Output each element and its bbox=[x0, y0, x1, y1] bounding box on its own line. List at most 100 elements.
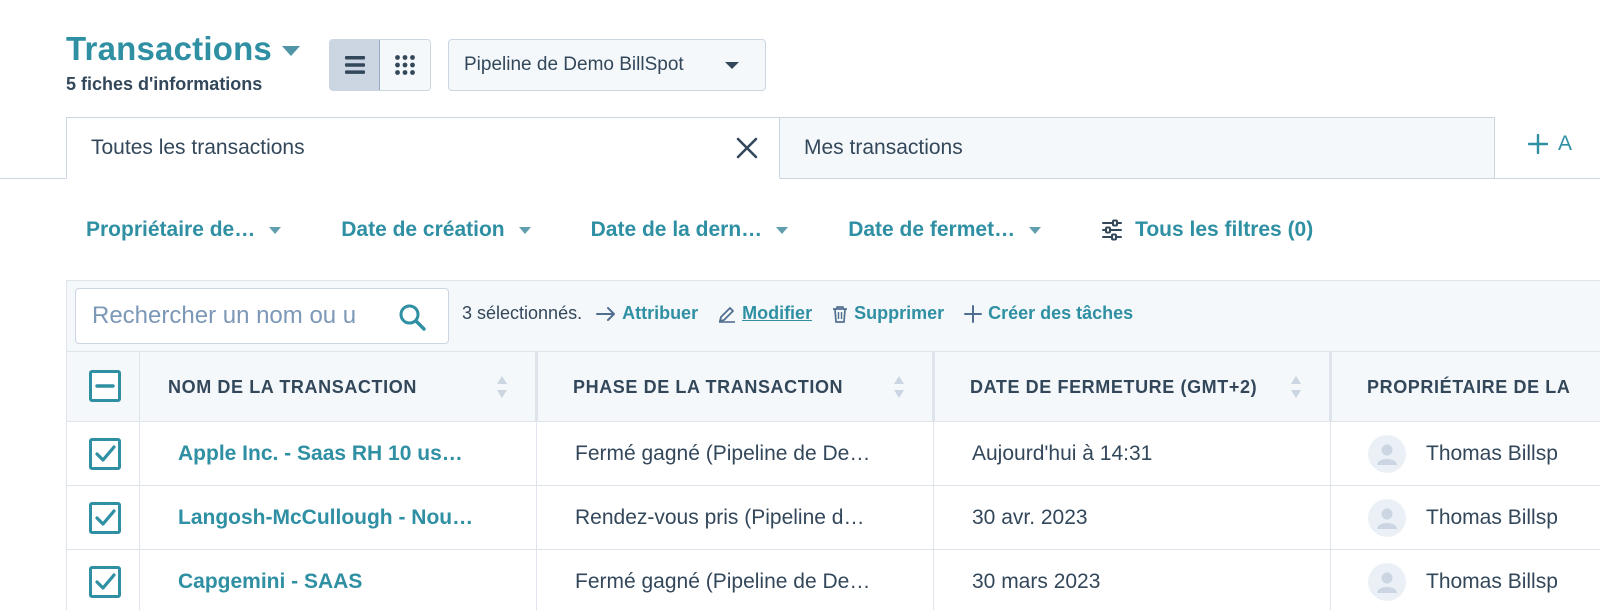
column-header-close-date[interactable]: DATE DE FERMETURE (GMT+2) bbox=[970, 352, 1257, 422]
row-checkbox[interactable] bbox=[89, 566, 121, 598]
cell-divider bbox=[1330, 422, 1331, 485]
search-input[interactable] bbox=[92, 301, 382, 331]
page-title[interactable]: Transactions bbox=[66, 30, 272, 68]
column-header-label: DATE DE FERMETURE (GMT+2) bbox=[970, 376, 1258, 397]
column-header-name[interactable]: NOM DE LA TRANSACTION bbox=[168, 352, 417, 422]
pipeline-select[interactable]: Pipeline de Demo BillSpot bbox=[448, 39, 766, 91]
deal-phase: Fermé gagné (Pipeline de De… bbox=[575, 570, 871, 593]
list-icon bbox=[344, 56, 365, 74]
bulk-actions: 3 sélectionnés. Attribuer Modifier Suppr… bbox=[462, 303, 1153, 324]
edit-label: Modifier bbox=[742, 303, 813, 323]
filter-label: Propriétaire de… bbox=[86, 218, 256, 241]
column-resize-handle[interactable] bbox=[1329, 352, 1332, 422]
assign-label: Attribuer bbox=[622, 303, 699, 323]
search-box[interactable] bbox=[75, 288, 449, 344]
deal-close-date: 30 mars 2023 bbox=[972, 570, 1101, 593]
chevron-down-icon bbox=[725, 62, 739, 69]
avatar-icon bbox=[1368, 499, 1406, 537]
search-icon[interactable] bbox=[398, 303, 426, 331]
pencil-icon bbox=[719, 306, 736, 323]
column-header-label: NOM DE LA TRANSACTION bbox=[168, 376, 417, 397]
cell-divider bbox=[536, 550, 537, 610]
deal-close-date: Aujourd'hui à 14:31 bbox=[972, 442, 1153, 465]
filter-label: Date de fermet… bbox=[848, 218, 1016, 241]
create-tasks-button[interactable]: Créer des tâches bbox=[964, 303, 1133, 324]
deal-owner[interactable]: Thomas Billsp bbox=[1368, 486, 1558, 550]
assign-button[interactable]: Attribuer bbox=[596, 303, 698, 324]
filter-label: Date de la dern… bbox=[590, 218, 763, 241]
column-header-label: PROPRIÉTAIRE DE LA bbox=[1367, 376, 1571, 397]
chevron-down-icon bbox=[1029, 226, 1042, 234]
all-filters-label: Tous les filtres (0) bbox=[1135, 218, 1314, 241]
transactions-table: NOM DE LA TRANSACTION PHASE DE LA TRANSA… bbox=[66, 352, 1600, 610]
plus-icon bbox=[1528, 134, 1548, 154]
filter-label: Date de création bbox=[341, 218, 505, 241]
all-filters-button[interactable]: Tous les filtres (0) bbox=[1101, 218, 1313, 242]
table-row[interactable]: Langosh-McCullough - Nou… Rendez-vous pr… bbox=[66, 486, 1600, 550]
object-switcher[interactable]: Transactions bbox=[66, 30, 300, 68]
cell-divider bbox=[536, 422, 537, 485]
arrow-right-icon bbox=[596, 306, 616, 321]
chevron-down-icon bbox=[776, 226, 789, 234]
tab-label: Mes transactions bbox=[804, 136, 963, 159]
column-divider bbox=[139, 352, 140, 421]
create-tasks-label: Créer des tâches bbox=[988, 303, 1134, 323]
page-header: Transactions 5 fiches d'informations bbox=[66, 30, 300, 95]
cell-divider bbox=[1330, 486, 1331, 549]
column-header-owner[interactable]: PROPRIÉTAIRE DE LA bbox=[1367, 352, 1570, 422]
edit-button[interactable]: Modifier bbox=[718, 303, 812, 324]
selected-count: 3 sélectionnés. bbox=[462, 303, 583, 323]
cell-divider bbox=[139, 422, 140, 485]
deal-phase: Fermé gagné (Pipeline de De… bbox=[575, 442, 871, 465]
grid-view-button[interactable] bbox=[380, 40, 430, 90]
deal-owner[interactable]: Thomas Billsp bbox=[1368, 550, 1558, 610]
chevron-down-icon bbox=[269, 226, 282, 234]
add-view-button[interactable]: A bbox=[1528, 132, 1572, 156]
row-checkbox[interactable] bbox=[89, 502, 121, 534]
filter-owner[interactable]: Propriétaire de… bbox=[86, 218, 282, 242]
row-checkbox[interactable] bbox=[89, 438, 121, 470]
sort-icon[interactable] bbox=[496, 374, 508, 400]
deal-owner[interactable]: Thomas Billsp bbox=[1368, 422, 1558, 486]
tab-my-transactions[interactable]: Mes transactions bbox=[779, 117, 1495, 179]
cell-divider bbox=[1330, 550, 1331, 610]
table-row[interactable]: Apple Inc. - Saas RH 10 us… Fermé gagné … bbox=[66, 422, 1600, 486]
sort-icon[interactable] bbox=[1290, 374, 1302, 400]
sliders-icon bbox=[1102, 219, 1123, 241]
table-header: NOM DE LA TRANSACTION PHASE DE LA TRANSA… bbox=[66, 352, 1600, 422]
add-view-label: A bbox=[1558, 132, 1573, 155]
check-icon bbox=[95, 445, 116, 462]
deal-phase: Rendez-vous pris (Pipeline d… bbox=[575, 506, 865, 529]
column-header-phase[interactable]: PHASE DE LA TRANSACTION bbox=[573, 352, 843, 422]
table-row[interactable]: Capgemini - SAAS Fermé gagné (Pipeline d… bbox=[66, 550, 1600, 610]
view-toggle bbox=[329, 39, 431, 91]
check-icon bbox=[95, 509, 116, 526]
list-view-button[interactable] bbox=[330, 40, 380, 90]
chevron-down-icon bbox=[518, 226, 531, 234]
column-resize-handle[interactable] bbox=[535, 352, 538, 422]
close-icon[interactable] bbox=[735, 136, 759, 160]
owner-name: Thomas Billsp bbox=[1426, 506, 1558, 529]
column-resize-handle[interactable] bbox=[932, 352, 935, 422]
chevron-down-icon[interactable] bbox=[281, 46, 300, 56]
pipeline-select-value: Pipeline de Demo BillSpot bbox=[464, 54, 684, 75]
deal-name-link[interactable]: Apple Inc. - Saas RH 10 us… bbox=[178, 422, 463, 486]
trash-icon bbox=[833, 305, 848, 323]
deal-close-date: 30 avr. 2023 bbox=[972, 506, 1088, 529]
filter-last-activity-date[interactable]: Date de la dern… bbox=[591, 218, 789, 242]
grid-icon bbox=[395, 55, 415, 75]
avatar-icon bbox=[1368, 435, 1406, 473]
sort-icon[interactable] bbox=[893, 374, 905, 400]
delete-button[interactable]: Supprimer bbox=[832, 303, 944, 324]
cell-divider bbox=[139, 486, 140, 549]
avatar-icon bbox=[1368, 563, 1406, 601]
deal-name-link[interactable]: Langosh-McCullough - Nou… bbox=[178, 486, 473, 550]
filter-create-date[interactable]: Date de création bbox=[341, 218, 531, 242]
select-all-checkbox[interactable] bbox=[89, 370, 121, 402]
check-icon bbox=[95, 573, 116, 590]
tab-all-transactions[interactable]: Toutes les transactions bbox=[66, 117, 780, 179]
cell-divider bbox=[139, 550, 140, 610]
cell-divider bbox=[933, 550, 934, 610]
filter-close-date[interactable]: Date de fermet… bbox=[848, 218, 1042, 242]
deal-name-link[interactable]: Capgemini - SAAS bbox=[178, 550, 362, 610]
